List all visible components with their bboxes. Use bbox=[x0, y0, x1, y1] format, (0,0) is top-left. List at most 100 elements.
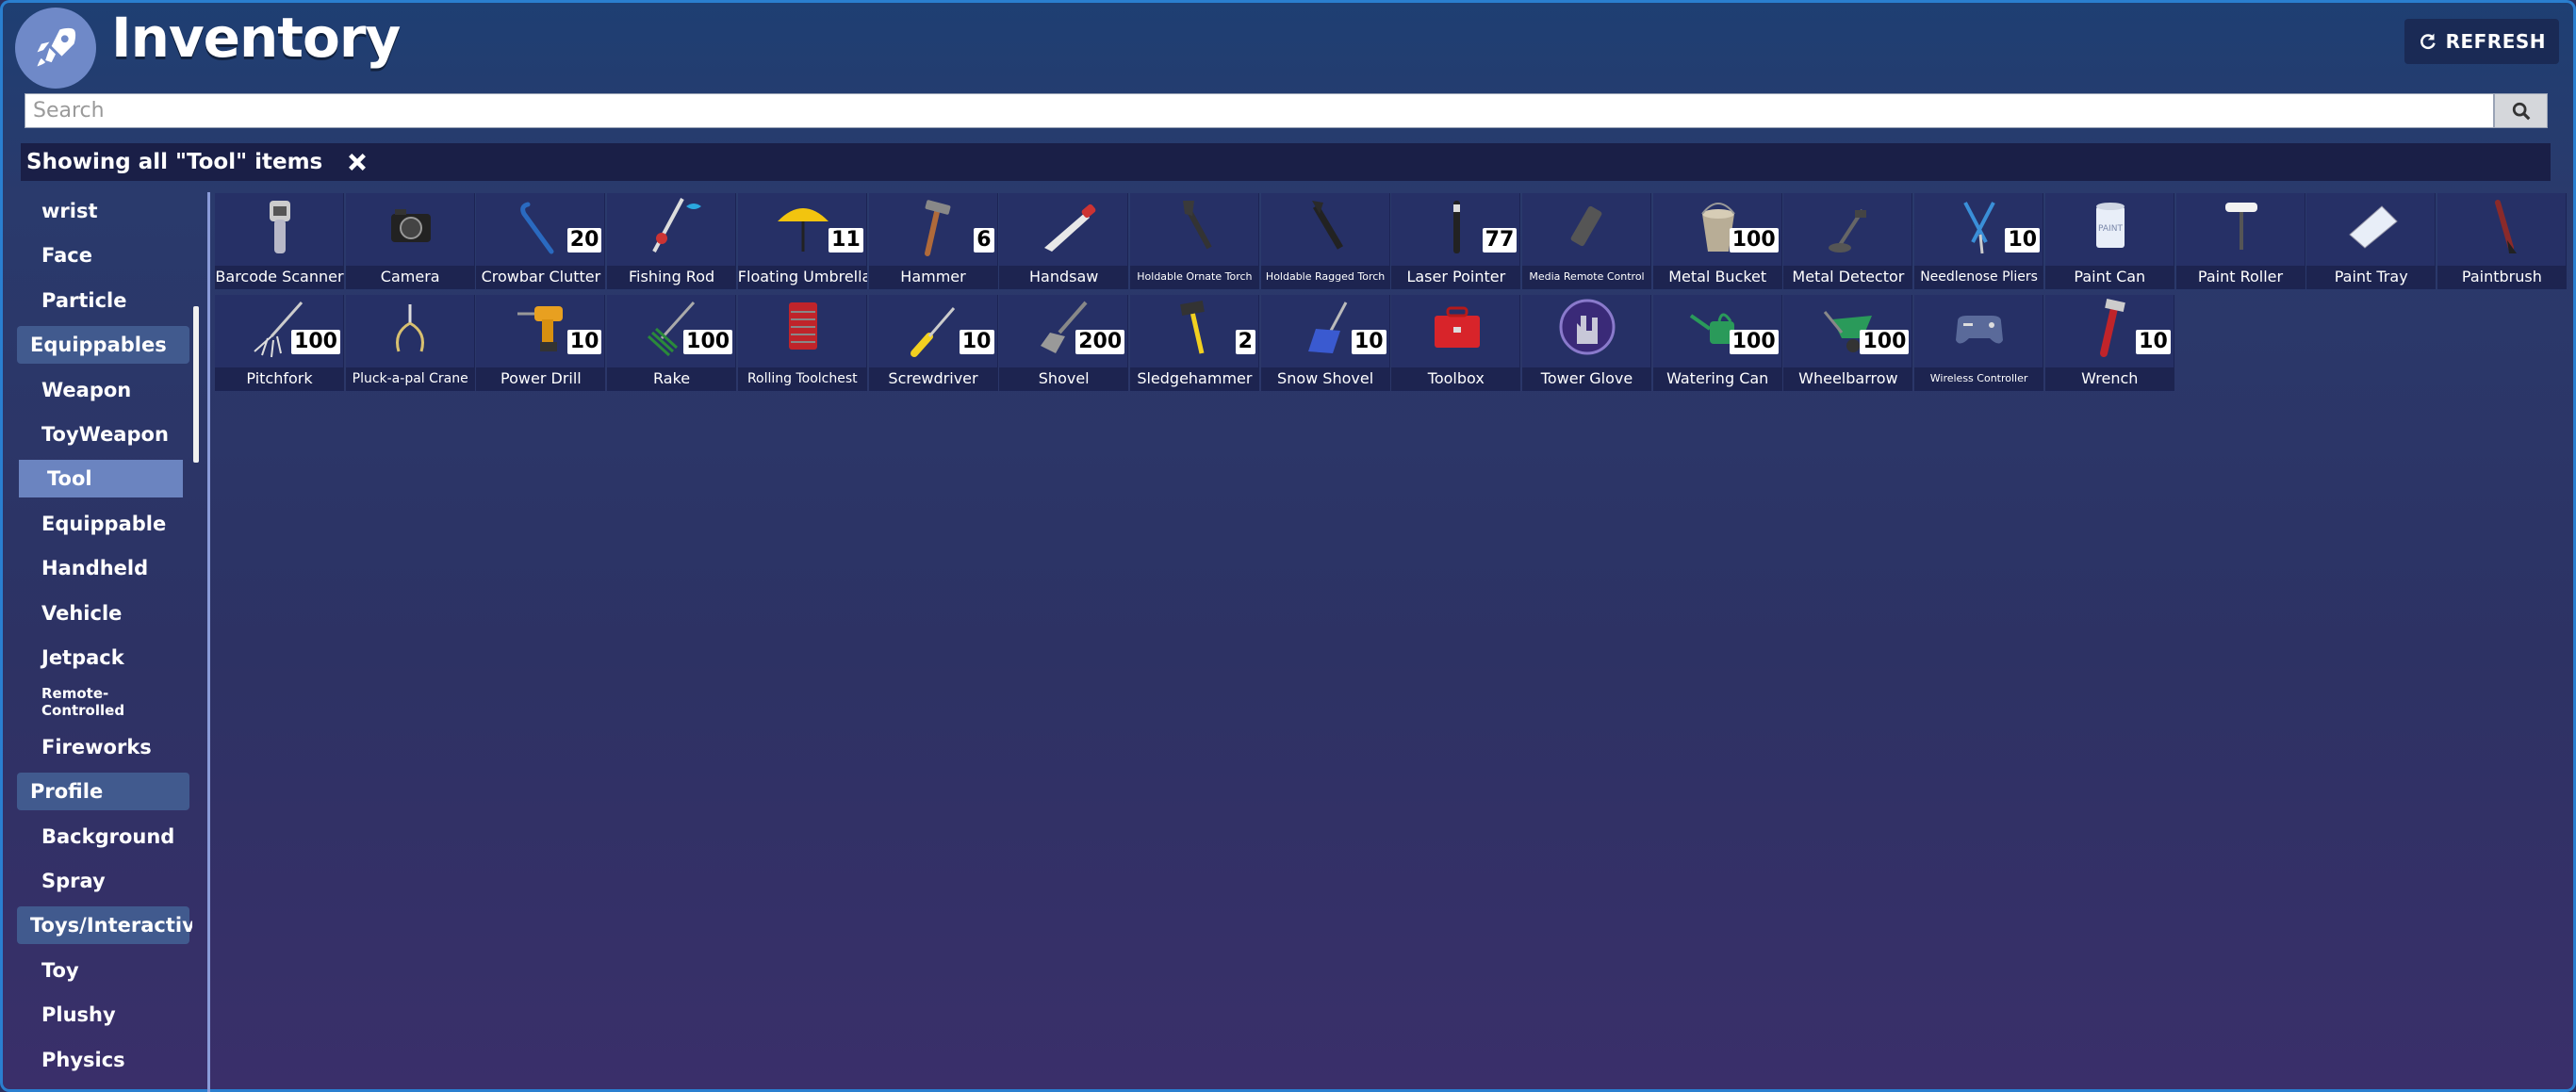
sidebar-item-toyweapon[interactable]: ToyWeapon bbox=[13, 416, 183, 453]
category-sidebar: wrist Face Particle Equippables Weapon ToyWea… bbox=[13, 192, 192, 1092]
item-tile-wrench[interactable]: 10 Wrench bbox=[2044, 295, 2174, 391]
search-field[interactable] bbox=[25, 93, 2494, 128]
item-label: Wrench bbox=[2044, 367, 2174, 390]
item-tile-barcode-scanner[interactable]: Barcode Scanner bbox=[215, 193, 344, 289]
sidebar-item-plushy[interactable]: Plushy bbox=[13, 996, 183, 1034]
search-button[interactable] bbox=[2494, 93, 2548, 128]
sidebar-item-equippables[interactable]: Equippables bbox=[17, 326, 189, 365]
refresh-label: REFRESH bbox=[2445, 30, 2546, 53]
item-tile-shovel[interactable]: 200 Shovel bbox=[999, 295, 1129, 391]
item-label: Handsaw bbox=[999, 266, 1129, 288]
sidebar-item-label: wrist bbox=[41, 200, 98, 222]
ragged-torch-icon bbox=[1311, 201, 1343, 250]
remote-control-icon bbox=[1570, 205, 1602, 247]
item-tile-needlenose-pliers[interactable]: 10 Needlenose Pliers bbox=[1914, 193, 2044, 289]
sidebar-item-label: Vehicle bbox=[41, 601, 123, 625]
item-tile-metal-detector[interactable]: Metal Detector bbox=[1783, 193, 1913, 289]
sidebar-item-fireworks[interactable]: Fireworks bbox=[13, 728, 183, 766]
sidebar-item-toys-interactive[interactable]: Toys/Interactive bbox=[17, 906, 192, 945]
ornate-torch-icon bbox=[1182, 201, 1212, 250]
item-tile-handsaw[interactable]: Handsaw bbox=[999, 193, 1129, 289]
item-count-badge: 10 bbox=[1351, 330, 1386, 354]
item-label: Snow Shovel bbox=[1260, 367, 1390, 390]
sidebar-item-remote-controlled[interactable]: Remote-Controlled bbox=[13, 683, 183, 721]
controller-icon bbox=[1956, 316, 2004, 344]
sidebar-item-particle[interactable]: Particle bbox=[13, 282, 183, 319]
sidebar-item-handheld[interactable]: Handheld bbox=[13, 549, 183, 587]
item-label: Paint Roller bbox=[2175, 266, 2305, 288]
item-tile-paint-tray[interactable]: Paint Tray bbox=[2306, 193, 2437, 289]
item-label: Paint Can bbox=[2044, 266, 2174, 288]
refresh-button[interactable]: REFRESH bbox=[2404, 19, 2559, 64]
sidebar-item-face[interactable]: Face bbox=[13, 236, 183, 274]
sidebar-item-profile[interactable]: Profile bbox=[17, 773, 189, 811]
item-tile-media-remote-control[interactable]: Media Remote Control bbox=[1522, 193, 1651, 289]
item-count-badge: 200 bbox=[1075, 330, 1125, 354]
item-label: Camera bbox=[345, 266, 475, 288]
app-window: Inventory REFRESH Showing all "Tool" ite… bbox=[0, 0, 2576, 1092]
item-tile-rolling-toolchest[interactable]: Rolling Toolchest bbox=[737, 295, 867, 391]
toolbox-icon bbox=[1435, 306, 1481, 348]
item-count-badge: 2 bbox=[1235, 330, 1255, 354]
item-count-badge: 100 bbox=[1729, 330, 1779, 354]
item-tile-watering-can[interactable]: 100 Watering Can bbox=[1652, 295, 1782, 391]
sidebar-item-spray[interactable]: Spray bbox=[13, 862, 183, 900]
sidebar-item-label: Face bbox=[41, 244, 92, 268]
item-tile-crowbar-clutter[interactable]: 20 Crowbar Clutter bbox=[476, 193, 606, 289]
item-tile-screwdriver[interactable]: 10 Screwdriver bbox=[868, 295, 998, 391]
item-tile-camera[interactable]: Camera bbox=[345, 193, 475, 289]
sidebar-item-label: Spray bbox=[41, 870, 106, 892]
sidebar-item-equippable[interactable]: Equippable bbox=[13, 505, 183, 543]
item-tile-floating-umbrella[interactable]: 11 Floating Umbrella bbox=[737, 193, 867, 289]
barcode-scanner-icon bbox=[270, 201, 290, 253]
sidebar-item-jetpack[interactable]: Jetpack bbox=[13, 639, 183, 676]
item-tile-wheelbarrow[interactable]: 100 Wheelbarrow bbox=[1783, 295, 1913, 391]
item-tile-pluck-a-pal-crane[interactable]: Pluck-a-pal Crane bbox=[345, 295, 475, 391]
fishing-rod-icon bbox=[652, 198, 702, 253]
item-tile-paint-roller[interactable]: Paint Roller bbox=[2175, 193, 2305, 289]
sidebar-scrollbar[interactable] bbox=[193, 306, 199, 463]
item-tile-paint-can[interactable]: PAINT Paint Can bbox=[2044, 193, 2174, 289]
sidebar-item-background[interactable]: Background bbox=[13, 818, 183, 856]
item-tile-paintbrush[interactable]: Paintbrush bbox=[2437, 193, 2567, 289]
item-count-badge: 100 bbox=[1729, 228, 1779, 253]
sidebar-item-label: Tool bbox=[47, 467, 92, 491]
clear-filter-button[interactable] bbox=[347, 152, 368, 172]
item-label: Wireless Controller bbox=[1914, 367, 2044, 390]
item-tile-tower-glove[interactable]: Tower Glove bbox=[1522, 295, 1651, 391]
sidebar-item-label: Physics bbox=[41, 1048, 125, 1071]
paintbrush-icon bbox=[2494, 200, 2517, 253]
item-tile-snow-shovel[interactable]: 10 Snow Shovel bbox=[1260, 295, 1390, 391]
item-tile-metal-bucket[interactable]: 100 Metal Bucket bbox=[1652, 193, 1782, 289]
item-label: Metal Detector bbox=[1783, 266, 1913, 288]
sidebar-item-tool[interactable]: Tool bbox=[19, 460, 183, 498]
sidebar-item-label: Remote-Controlled bbox=[41, 685, 125, 720]
sidebar-item-toy[interactable]: Toy bbox=[13, 952, 183, 989]
item-tile-toolbox[interactable]: Toolbox bbox=[1391, 295, 1521, 391]
item-tile-sledgehammer[interactable]: 2 Sledgehammer bbox=[1129, 295, 1259, 391]
close-icon bbox=[349, 154, 367, 171]
item-count-badge: 10 bbox=[566, 330, 602, 354]
sidebar-item-label: Fireworks bbox=[41, 735, 152, 758]
search-input[interactable] bbox=[25, 94, 2493, 127]
item-tile-wireless-controller[interactable]: Wireless Controller bbox=[1914, 295, 2044, 391]
item-count-badge: 100 bbox=[683, 330, 733, 354]
item-tile-fishing-rod[interactable]: Fishing Rod bbox=[607, 193, 737, 289]
item-count-badge: 6 bbox=[974, 228, 994, 253]
item-tile-holdable-ornate-torch[interactable]: Holdable Ornate Torch bbox=[1129, 193, 1259, 289]
sidebar-item-vehicle[interactable]: Vehicle bbox=[13, 595, 183, 632]
sidebar-item-label: Handheld bbox=[41, 557, 149, 580]
item-tile-rake[interactable]: 100 Rake bbox=[607, 295, 737, 391]
sidebar-item-weapon[interactable]: Weapon bbox=[13, 371, 183, 409]
sidebar-item-label: Profile bbox=[30, 780, 104, 804]
sidebar-item-wrist[interactable]: wrist bbox=[13, 192, 183, 230]
item-tile-power-drill[interactable]: 10 Power Drill bbox=[476, 295, 606, 391]
item-tile-laser-pointer[interactable]: 77 Laser Pointer bbox=[1391, 193, 1521, 289]
item-tile-hammer[interactable]: 6 Hammer bbox=[868, 193, 998, 289]
toolchest-icon bbox=[788, 302, 817, 350]
item-tile-pitchfork[interactable]: 100 Pitchfork bbox=[215, 295, 344, 391]
sidebar-item-physics[interactable]: Physics bbox=[13, 1041, 183, 1079]
item-label: Hammer bbox=[868, 266, 998, 288]
item-tile-holdable-ragged-torch[interactable]: Holdable Ragged Torch bbox=[1260, 193, 1390, 289]
item-count-badge: 77 bbox=[1482, 228, 1518, 253]
